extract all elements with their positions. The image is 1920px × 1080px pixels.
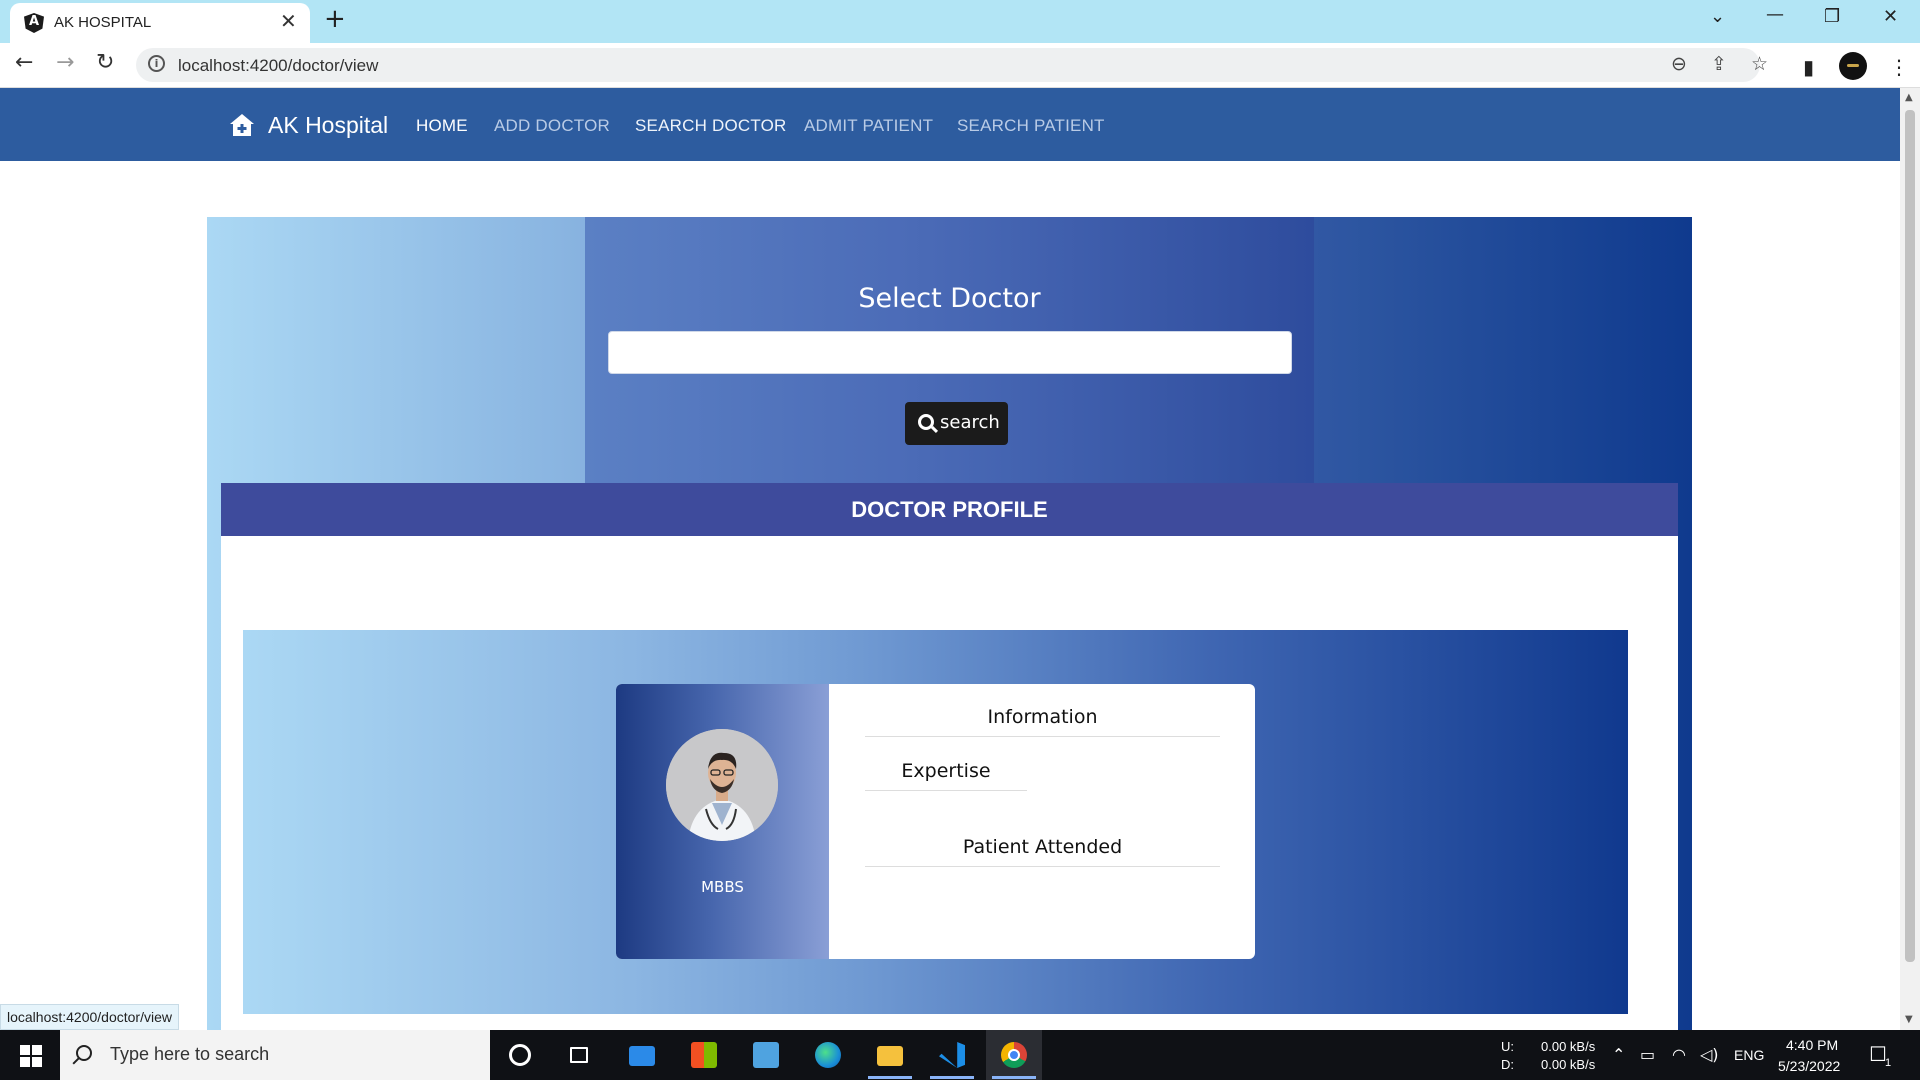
expertise-label: Expertise bbox=[865, 760, 1027, 791]
net-up-label: U: bbox=[1501, 1039, 1514, 1054]
control-panel-icon[interactable] bbox=[738, 1030, 794, 1080]
scroll-down-arrow-icon[interactable]: ▼ bbox=[1905, 1014, 1913, 1025]
bookmark-star-icon[interactable]: ☆ bbox=[1751, 53, 1768, 75]
zoom-icon[interactable]: ⊖ bbox=[1671, 53, 1687, 75]
address-bar[interactable]: i localhost:4200/doctor/view ⊖ ⇪ ☆ bbox=[136, 48, 1768, 82]
patient-attended-label: Patient Attended bbox=[865, 836, 1220, 867]
page-scrollbar[interactable]: ▲ ▼ bbox=[1900, 88, 1920, 1030]
vscode-icon[interactable] bbox=[924, 1030, 980, 1080]
doctor-summary-panel: MBBS bbox=[616, 684, 829, 959]
brand-name[interactable]: AK Hospital bbox=[268, 112, 388, 139]
doctor-search-panel: Select Doctor search bbox=[585, 217, 1314, 483]
mail-icon[interactable] bbox=[614, 1030, 670, 1080]
share-icon[interactable]: ⇪ bbox=[1711, 53, 1727, 75]
net-down-label: D: bbox=[1501, 1057, 1514, 1072]
browser-tab[interactable]: AK HOSPITAL ✕ bbox=[10, 3, 310, 43]
browser-toolbar: ← → ↻ i localhost:4200/doctor/view ⊖ ⇪ ☆… bbox=[0, 43, 1920, 88]
doctor-info-panel: Information Expertise Patient Attended bbox=[829, 684, 1255, 959]
nav-admit-patient[interactable]: ADMIT PATIENT bbox=[804, 116, 933, 136]
task-view-icon[interactable] bbox=[552, 1030, 608, 1080]
file-explorer-icon[interactable] bbox=[862, 1030, 918, 1080]
wifi-icon[interactable]: ◠ bbox=[1672, 1045, 1686, 1064]
scroll-thumb[interactable] bbox=[1905, 110, 1915, 962]
top-navbar: AK Hospital HOME ADD DOCTOR SEARCH DOCTO… bbox=[0, 88, 1900, 161]
information-heading: Information bbox=[865, 706, 1220, 737]
tab-title: AK HOSPITAL bbox=[54, 14, 152, 31]
minimize-icon[interactable]: — bbox=[1766, 4, 1784, 25]
edge-icon[interactable] bbox=[800, 1030, 856, 1080]
doctor-avatar bbox=[666, 729, 778, 841]
doctor-search-input[interactable] bbox=[608, 331, 1292, 374]
cortana-icon[interactable] bbox=[492, 1030, 548, 1080]
taskbar-search-icon bbox=[76, 1045, 92, 1061]
profile-avatar[interactable] bbox=[1839, 52, 1867, 80]
doctor-qualification: MBBS bbox=[701, 878, 744, 896]
taskbar-search-box[interactable]: Type here to search bbox=[60, 1030, 490, 1080]
windows-taskbar: Type here to search U: D: 0.00 kB/s 0.00… bbox=[0, 1030, 1920, 1080]
doctor-profile-header: DOCTOR PROFILE bbox=[221, 483, 1678, 536]
angular-favicon-icon bbox=[24, 13, 44, 33]
doctor-photo-icon bbox=[666, 729, 778, 841]
clock-time[interactable]: 4:40 PM bbox=[1786, 1037, 1838, 1053]
clock-date[interactable]: 5/23/2022 bbox=[1778, 1058, 1840, 1074]
forward-arrow-icon[interactable]: → bbox=[56, 50, 74, 75]
address-url[interactable]: localhost:4200/doctor/view bbox=[178, 56, 378, 76]
nav-add-doctor[interactable]: ADD DOCTOR bbox=[494, 116, 610, 136]
tab-search-chevron-icon[interactable]: ⌄ bbox=[1710, 6, 1725, 27]
net-download-speed: 0.00 kB/s bbox=[1541, 1057, 1596, 1072]
scroll-up-arrow-icon[interactable]: ▲ bbox=[1905, 92, 1913, 103]
search-button[interactable]: search bbox=[905, 402, 1008, 445]
magnifier-icon bbox=[918, 414, 934, 430]
volume-icon[interactable]: ◁) bbox=[1700, 1045, 1719, 1064]
tab-close-icon[interactable]: ✕ bbox=[280, 9, 297, 33]
back-arrow-icon[interactable]: ← bbox=[15, 50, 33, 75]
doctor-profile-body: MBBS Information Expertise Patient Atten… bbox=[243, 630, 1628, 1014]
notification-count: 1 bbox=[1885, 1057, 1892, 1069]
browser-menu-icon[interactable]: ⋮ bbox=[1889, 55, 1909, 79]
hero-section: Select Doctor search DOCTOR PROFILE MBBS… bbox=[207, 217, 1692, 1030]
new-tab-icon[interactable]: + bbox=[324, 4, 346, 34]
language-indicator[interactable]: ENG bbox=[1734, 1047, 1764, 1063]
side-panel-icon[interactable]: ▮ bbox=[1803, 55, 1814, 79]
link-status-bubble: localhost:4200/doctor/view bbox=[0, 1004, 179, 1030]
search-button-label: search bbox=[940, 412, 1000, 433]
store-icon[interactable] bbox=[676, 1030, 732, 1080]
hospital-home-icon bbox=[230, 114, 254, 136]
doctor-profile-card: DOCTOR PROFILE MBBS Information Expertis… bbox=[221, 483, 1678, 1030]
tray-chevron-icon[interactable]: ⌃ bbox=[1612, 1045, 1625, 1064]
nav-home[interactable]: HOME bbox=[416, 116, 468, 136]
browser-tab-strip: AK HOSPITAL ✕ + ⌄ — ❐ ✕ bbox=[0, 0, 1920, 43]
select-doctor-heading: Select Doctor bbox=[858, 283, 1041, 314]
doctor-detail-card: MBBS Information Expertise Patient Atten… bbox=[616, 684, 1255, 959]
net-upload-speed: 0.00 kB/s bbox=[1541, 1039, 1596, 1054]
site-info-icon[interactable]: i bbox=[148, 55, 165, 72]
restore-icon[interactable]: ❐ bbox=[1824, 6, 1840, 27]
battery-icon[interactable]: ▭ bbox=[1640, 1045, 1655, 1064]
chrome-icon[interactable] bbox=[986, 1030, 1042, 1080]
reload-icon[interactable]: ↻ bbox=[96, 50, 114, 75]
nav-search-doctor[interactable]: SEARCH DOCTOR bbox=[635, 116, 787, 136]
taskbar-search-placeholder: Type here to search bbox=[110, 1044, 270, 1064]
nav-search-patient[interactable]: SEARCH PATIENT bbox=[957, 116, 1105, 136]
windows-start-icon[interactable] bbox=[20, 1045, 42, 1067]
window-close-icon[interactable]: ✕ bbox=[1883, 6, 1898, 27]
page-viewport: AK Hospital HOME ADD DOCTOR SEARCH DOCTO… bbox=[0, 88, 1900, 1030]
